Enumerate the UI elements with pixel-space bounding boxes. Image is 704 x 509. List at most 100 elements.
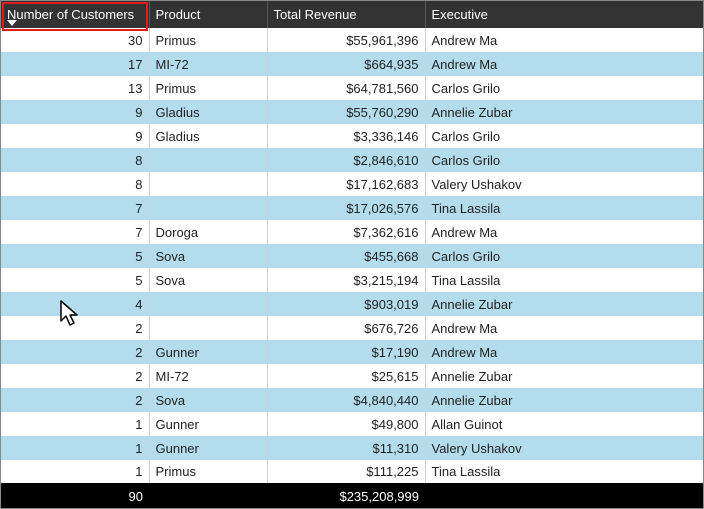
cell-revenue: $676,726 bbox=[267, 316, 425, 340]
cell-revenue: $49,800 bbox=[267, 412, 425, 436]
cell-product bbox=[149, 172, 267, 196]
cell-product: Gladius bbox=[149, 124, 267, 148]
cell-executive: Annelie Zubar bbox=[425, 292, 703, 316]
cell-customers: 8 bbox=[1, 172, 149, 196]
table-row[interactable]: 7 $17,026,576 Tina Lassila bbox=[1, 196, 703, 220]
data-table-container: Number of Customers Product Total Revenu… bbox=[1, 1, 703, 508]
cell-product: MI-72 bbox=[149, 52, 267, 76]
cell-revenue: $111,225 bbox=[267, 460, 425, 483]
cell-customers: 2 bbox=[1, 340, 149, 364]
cell-executive: Allan Guinot bbox=[425, 412, 703, 436]
cell-revenue: $55,760,290 bbox=[267, 100, 425, 124]
cell-executive: Valery Ushakov bbox=[425, 172, 703, 196]
cell-executive: Annelie Zubar bbox=[425, 364, 703, 388]
cell-customers: 1 bbox=[1, 412, 149, 436]
table-row[interactable]: 1 Primus $111,225 Tina Lassila bbox=[1, 460, 703, 483]
cell-executive: Carlos Grilo bbox=[425, 244, 703, 268]
cell-executive: Andrew Ma bbox=[425, 220, 703, 244]
cell-executive: Andrew Ma bbox=[425, 316, 703, 340]
table-row[interactable]: 2 Gunner $17,190 Andrew Ma bbox=[1, 340, 703, 364]
cell-customers: 4 bbox=[1, 292, 149, 316]
col-header-revenue[interactable]: Total Revenue bbox=[267, 1, 425, 28]
cell-customers: 7 bbox=[1, 220, 149, 244]
table-row[interactable]: 13 Primus $64,781,560 Carlos Grilo bbox=[1, 76, 703, 100]
table-row[interactable]: 30 Primus $55,961,396 Andrew Ma bbox=[1, 28, 703, 52]
total-product bbox=[149, 483, 267, 508]
cell-customers: 8 bbox=[1, 148, 149, 172]
cell-customers: 9 bbox=[1, 100, 149, 124]
cell-revenue: $4,840,440 bbox=[267, 388, 425, 412]
cell-customers: 5 bbox=[1, 244, 149, 268]
cell-revenue: $7,362,616 bbox=[267, 220, 425, 244]
cell-customers: 5 bbox=[1, 268, 149, 292]
cell-customers: 2 bbox=[1, 388, 149, 412]
cell-executive: Carlos Grilo bbox=[425, 148, 703, 172]
total-revenue: $235,208,999 bbox=[267, 483, 425, 508]
cell-revenue: $3,336,146 bbox=[267, 124, 425, 148]
col-header-customers[interactable]: Number of Customers bbox=[1, 1, 149, 28]
cell-product: Gunner bbox=[149, 412, 267, 436]
cell-revenue: $64,781,560 bbox=[267, 76, 425, 100]
table-row[interactable]: 5 Sova $455,668 Carlos Grilo bbox=[1, 244, 703, 268]
cell-executive: Tina Lassila bbox=[425, 268, 703, 292]
table-body: 30 Primus $55,961,396 Andrew Ma 17 MI-72… bbox=[1, 28, 703, 483]
cell-product bbox=[149, 148, 267, 172]
cell-revenue: $903,019 bbox=[267, 292, 425, 316]
cell-product bbox=[149, 316, 267, 340]
cell-executive: Carlos Grilo bbox=[425, 76, 703, 100]
cell-product: Primus bbox=[149, 28, 267, 52]
cell-executive: Andrew Ma bbox=[425, 52, 703, 76]
cell-customers: 17 bbox=[1, 52, 149, 76]
table-row[interactable]: 17 MI-72 $664,935 Andrew Ma bbox=[1, 52, 703, 76]
cell-revenue: $17,026,576 bbox=[267, 196, 425, 220]
cell-executive: Andrew Ma bbox=[425, 340, 703, 364]
table-row[interactable]: 8 $2,846,610 Carlos Grilo bbox=[1, 148, 703, 172]
cell-customers: 30 bbox=[1, 28, 149, 52]
cell-product: Sova bbox=[149, 268, 267, 292]
cell-revenue: $55,961,396 bbox=[267, 28, 425, 52]
data-table: Number of Customers Product Total Revenu… bbox=[1, 1, 703, 508]
table-row[interactable]: 7 Doroga $7,362,616 Andrew Ma bbox=[1, 220, 703, 244]
table-row[interactable]: 1 Gunner $11,310 Valery Ushakov bbox=[1, 436, 703, 460]
cell-revenue: $11,310 bbox=[267, 436, 425, 460]
table-row[interactable]: 4 $903,019 Annelie Zubar bbox=[1, 292, 703, 316]
cell-customers: 13 bbox=[1, 76, 149, 100]
cell-product: Primus bbox=[149, 76, 267, 100]
table-row[interactable]: 2 MI-72 $25,615 Annelie Zubar bbox=[1, 364, 703, 388]
cell-executive: Tina Lassila bbox=[425, 460, 703, 483]
cell-executive: Valery Ushakov bbox=[425, 436, 703, 460]
cell-customers: 7 bbox=[1, 196, 149, 220]
cell-product: Sova bbox=[149, 244, 267, 268]
cell-revenue: $17,162,683 bbox=[267, 172, 425, 196]
cell-revenue: $455,668 bbox=[267, 244, 425, 268]
table-row[interactable]: 8 $17,162,683 Valery Ushakov bbox=[1, 172, 703, 196]
cell-revenue: $25,615 bbox=[267, 364, 425, 388]
cell-product: Doroga bbox=[149, 220, 267, 244]
col-header-executive[interactable]: Executive bbox=[425, 1, 703, 28]
total-executive bbox=[425, 483, 703, 508]
cell-executive: Carlos Grilo bbox=[425, 124, 703, 148]
cell-executive: Annelie Zubar bbox=[425, 100, 703, 124]
table-row[interactable]: 2 $676,726 Andrew Ma bbox=[1, 316, 703, 340]
cell-product: Gunner bbox=[149, 436, 267, 460]
table-row[interactable]: 9 Gladius $55,760,290 Annelie Zubar bbox=[1, 100, 703, 124]
total-customers: 90 bbox=[1, 483, 149, 508]
cell-revenue: $17,190 bbox=[267, 340, 425, 364]
cell-revenue: $2,846,610 bbox=[267, 148, 425, 172]
cell-revenue: $3,215,194 bbox=[267, 268, 425, 292]
cell-customers: 9 bbox=[1, 124, 149, 148]
cell-product: Gladius bbox=[149, 100, 267, 124]
table-row[interactable]: 2 Sova $4,840,440 Annelie Zubar bbox=[1, 388, 703, 412]
col-header-customers-label: Number of Customers bbox=[7, 7, 134, 22]
table-row[interactable]: 1 Gunner $49,800 Allan Guinot bbox=[1, 412, 703, 436]
table-row[interactable]: 5 Sova $3,215,194 Tina Lassila bbox=[1, 268, 703, 292]
col-header-product[interactable]: Product bbox=[149, 1, 267, 28]
cell-product bbox=[149, 196, 267, 220]
cell-executive: Andrew Ma bbox=[425, 28, 703, 52]
cell-customers: 1 bbox=[1, 460, 149, 483]
cell-customers: 1 bbox=[1, 436, 149, 460]
cell-revenue: $664,935 bbox=[267, 52, 425, 76]
cell-product: MI-72 bbox=[149, 364, 267, 388]
table-row[interactable]: 9 Gladius $3,336,146 Carlos Grilo bbox=[1, 124, 703, 148]
sort-desc-icon bbox=[7, 20, 17, 26]
